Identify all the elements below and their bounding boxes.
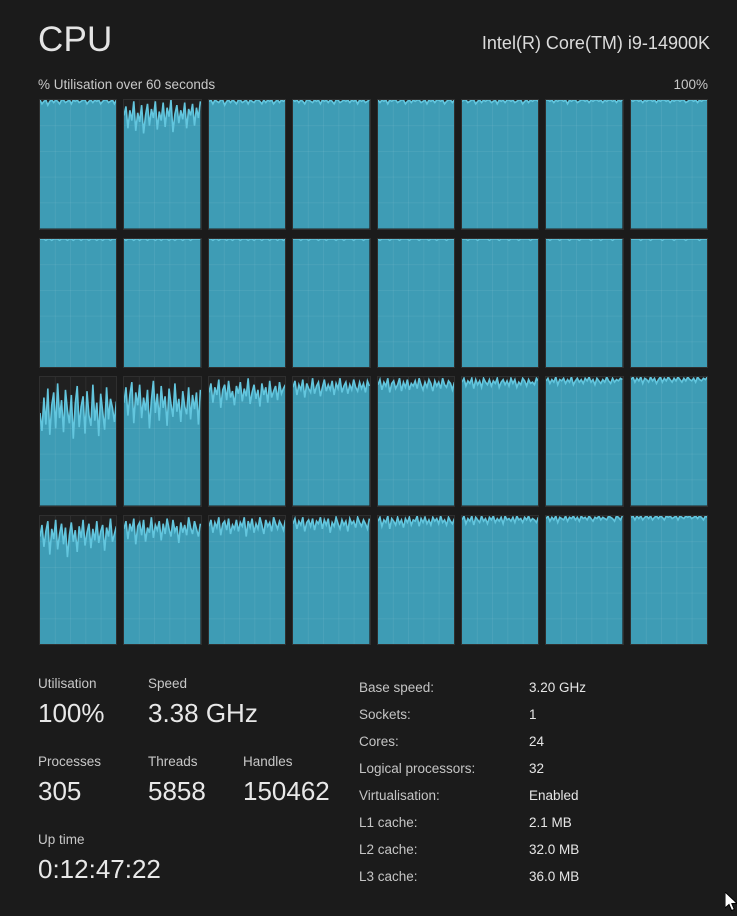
handles-value: 150462: [243, 776, 330, 806]
cpu-core-graph[interactable]: [629, 376, 708, 507]
spec-key: Virtualisation:: [359, 788, 440, 803]
cpu-core-graph[interactable]: [376, 376, 455, 507]
spec-value: 32.0 MB: [529, 842, 580, 857]
uptime-value: 0:12:47:22: [38, 854, 161, 884]
cpu-core-graph[interactable]: [39, 99, 118, 230]
graph-area-fill: [630, 515, 707, 644]
spec-key: L3 cache:: [359, 869, 418, 884]
processes-value: 305: [38, 776, 82, 806]
graph-area-fill: [208, 100, 286, 229]
spec-value: 1: [529, 707, 537, 722]
page-title: CPU: [38, 20, 113, 59]
spec-value: 32: [529, 761, 545, 776]
cpu-core-graph[interactable]: [460, 99, 540, 230]
graph-area-fill: [40, 100, 117, 229]
graph-area-fill: [630, 238, 707, 367]
task-manager-cpu-view: CPU Intel(R) Core(TM) i9-14900K % Utilis…: [0, 0, 737, 916]
utilisation-label: Utilisation: [38, 676, 97, 691]
mouse-cursor-icon: [725, 892, 737, 912]
cpu-core-graph[interactable]: [39, 376, 118, 507]
cpu-core-graph[interactable]: [629, 514, 708, 645]
threads-label: Threads: [148, 754, 198, 769]
graph-max-label: 100%: [673, 77, 708, 92]
speed-value: 3.38 GHz: [148, 698, 258, 728]
cpu-core-graph[interactable]: [39, 514, 118, 645]
cpu-core-graph[interactable]: [123, 99, 202, 230]
threads-value: 5858: [148, 776, 206, 806]
cpu-core-graph[interactable]: [460, 514, 540, 645]
cpu-core-graph[interactable]: [207, 514, 287, 645]
cpu-core-graph[interactable]: [123, 376, 202, 507]
graph-area-fill: [461, 378, 539, 506]
cpu-model-label: Intel(R) Core(TM) i9-14900K: [481, 33, 710, 53]
spec-key: Logical processors:: [359, 761, 476, 776]
graph-area-fill: [546, 238, 623, 367]
cpu-core-graph[interactable]: [460, 237, 540, 368]
spec-value: Enabled: [529, 788, 579, 803]
speed-label: Speed: [148, 676, 188, 691]
cpu-core-graph[interactable]: [123, 514, 202, 645]
cpu-core-graph[interactable]: [207, 376, 287, 507]
cpu-core-graph[interactable]: [292, 99, 371, 230]
cpu-core-graph[interactable]: [629, 99, 708, 230]
graph-area-fill: [293, 516, 370, 644]
cpu-core-graph[interactable]: [292, 376, 371, 507]
graph-caption: % Utilisation over 60 seconds: [38, 77, 216, 92]
graph-area-fill: [377, 238, 454, 367]
spec-key: Sockets:: [359, 707, 411, 722]
graph-area-fill: [377, 100, 454, 229]
graph-area-fill: [377, 378, 454, 506]
header: CPU Intel(R) Core(TM) i9-14900K: [38, 18, 710, 64]
cpu-core-graph[interactable]: [460, 376, 540, 507]
cpu-core-graph[interactable]: [207, 237, 287, 368]
utilisation-value: 100%: [38, 698, 105, 728]
graph-area-fill: [208, 238, 286, 367]
spec-key: Base speed:: [359, 680, 435, 695]
graph-area-fill: [546, 100, 623, 229]
cpu-core-graph[interactable]: [545, 237, 624, 368]
processes-label: Processes: [38, 754, 102, 769]
cpu-core-graph[interactable]: [376, 514, 455, 645]
spec-value: 2.1 MB: [529, 815, 572, 830]
graph-area-fill: [630, 100, 707, 229]
cpu-core-graph[interactable]: [207, 99, 287, 230]
graph-area-fill: [208, 516, 286, 644]
graph-area-fill: [546, 377, 623, 506]
cpu-core-graph[interactable]: [545, 376, 624, 507]
cpu-core-graph[interactable]: [376, 237, 455, 368]
spec-value: 36.0 MB: [529, 869, 580, 884]
cpu-core-graph[interactable]: [545, 99, 624, 230]
cpu-core-graph[interactable]: [376, 99, 455, 230]
graph-area-fill: [461, 100, 539, 229]
graph-area-fill: [293, 100, 370, 229]
graph-line: [124, 239, 200, 240]
graph-area-fill: [630, 377, 707, 506]
handles-label: Handles: [243, 754, 293, 769]
graph-area-fill: [461, 238, 539, 367]
uptime-label: Up time: [38, 832, 85, 847]
cpu-core-graph[interactable]: [545, 514, 624, 645]
cpu-core-graph[interactable]: [123, 237, 202, 368]
cpu-core-graph[interactable]: [292, 514, 371, 645]
graph-area-fill: [293, 238, 370, 367]
cpu-core-graph[interactable]: [39, 237, 118, 368]
graph-area-fill: [377, 515, 454, 644]
logical-processor-graph-grid[interactable]: [39, 99, 708, 645]
spec-value: 3.20 GHz: [529, 680, 587, 695]
graph-area-fill: [461, 515, 539, 644]
cpu-core-graph[interactable]: [629, 237, 708, 368]
spec-value: 24: [529, 734, 545, 749]
graph-area-fill: [124, 238, 201, 367]
spec-key: Cores:: [359, 734, 399, 749]
spec-key: L2 cache:: [359, 842, 418, 857]
spec-key: L1 cache:: [359, 815, 418, 830]
cpu-core-graph[interactable]: [292, 237, 371, 368]
graph-area-fill: [40, 238, 117, 367]
graph-area-fill: [546, 515, 623, 644]
